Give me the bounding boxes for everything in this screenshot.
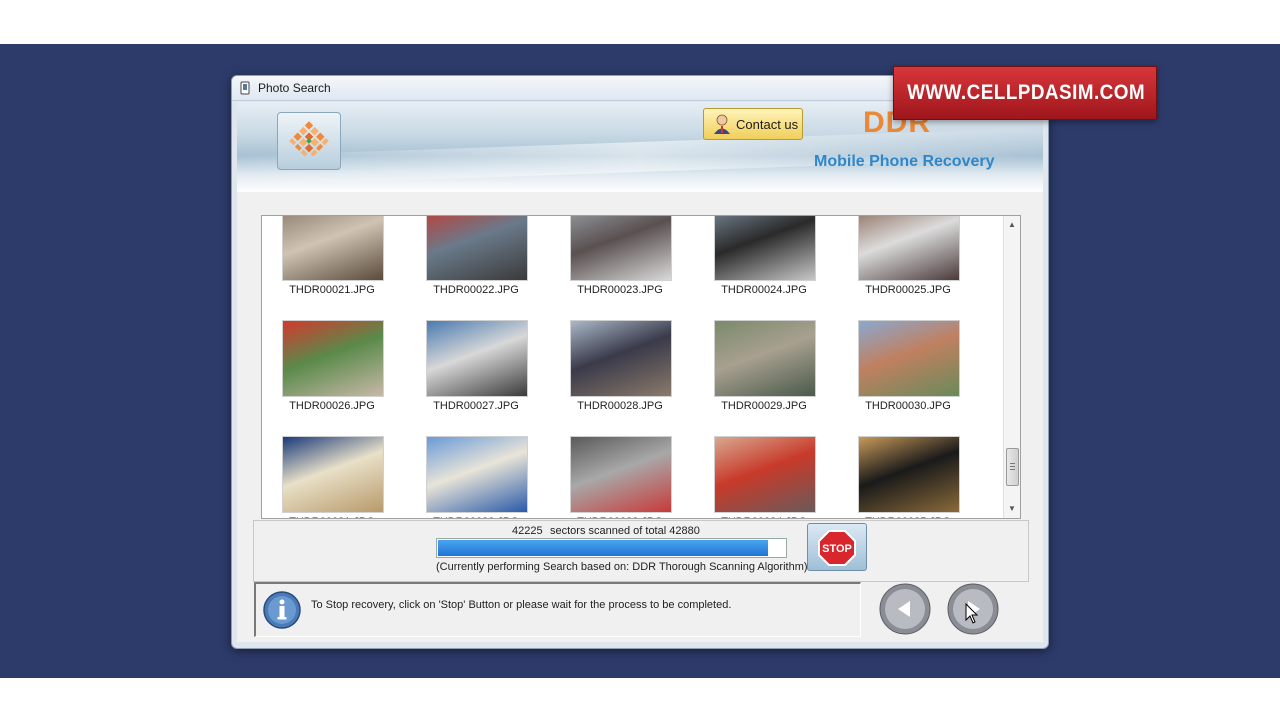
stop-label: STOP bbox=[822, 543, 852, 555]
window-icon bbox=[240, 81, 250, 95]
scroll-up-arrow-icon[interactable]: ▲ bbox=[1004, 218, 1020, 232]
photo-filename: THDR00026.JPG bbox=[289, 400, 375, 412]
back-button[interactable] bbox=[878, 582, 932, 636]
photo-thumbnail[interactable]: THDR00034.JPG bbox=[699, 434, 829, 518]
photo-filename: THDR00024.JPG bbox=[721, 284, 807, 296]
website-watermark: WWW.CELLPDASIM.COM bbox=[893, 66, 1157, 120]
app-logo-icon bbox=[277, 112, 341, 170]
photo-thumbnail[interactable]: THDR00027.JPG bbox=[411, 318, 541, 428]
photo-thumbnail-image bbox=[714, 436, 816, 513]
photo-thumbnail[interactable]: THDR00022.JPG bbox=[411, 216, 541, 312]
photo-thumbnail-image bbox=[426, 216, 528, 281]
photo-thumbnail[interactable]: THDR00025.JPG bbox=[843, 216, 973, 312]
photo-thumbnail-image bbox=[282, 436, 384, 513]
photo-filename: THDR00033.JPG bbox=[555, 516, 685, 518]
photo-filename: THDR00030.JPG bbox=[865, 400, 951, 412]
photo-thumbnail-image bbox=[714, 320, 816, 397]
photo-filename: THDR00034.JPG bbox=[699, 516, 829, 518]
photo-thumbnail-image bbox=[282, 320, 384, 397]
app-logo-graphic bbox=[289, 121, 329, 157]
contact-person-icon bbox=[714, 114, 730, 134]
photo-thumbnail[interactable]: THDR00035.JPG bbox=[843, 434, 973, 518]
photo-filename: THDR00028.JPG bbox=[577, 400, 663, 412]
scan-progress-panel: 42225 sectors scanned of total 42880 (Cu… bbox=[253, 520, 1029, 582]
stop-sign-icon: STOP bbox=[818, 530, 856, 566]
photo-thumbnail[interactable]: THDR00031.JPG bbox=[267, 434, 397, 518]
photo-filename: THDR00021.JPG bbox=[289, 284, 375, 296]
photo-thumbnail[interactable]: THDR00032.JPG bbox=[411, 434, 541, 518]
photo-filename: THDR00029.JPG bbox=[721, 400, 807, 412]
photo-thumbnail-image bbox=[858, 436, 960, 513]
photo-thumbnail-image bbox=[426, 436, 528, 513]
scroll-down-arrow-icon[interactable]: ▼ bbox=[1004, 502, 1020, 516]
photo-thumbnail[interactable]: THDR00029.JPG bbox=[699, 318, 829, 428]
photo-filename: THDR00025.JPG bbox=[865, 284, 951, 296]
info-message: To Stop recovery, click on 'Stop' Button… bbox=[311, 599, 732, 611]
recovered-photos-gallery[interactable]: ▲ ▼ THDR00021.JPG THDR00022.JPG THDR00023.… bbox=[261, 215, 1021, 519]
info-status-bar: To Stop recovery, click on 'Stop' Button… bbox=[254, 582, 861, 637]
contact-us-button[interactable]: Contact us bbox=[703, 108, 803, 140]
photo-filename: THDR00035.JPG bbox=[843, 516, 973, 518]
photo-thumbnail[interactable]: THDR00024.JPG bbox=[699, 216, 829, 312]
photo-filename: THDR00022.JPG bbox=[433, 284, 519, 296]
photo-thumbnail-image bbox=[570, 216, 672, 281]
contact-us-label: Contact us bbox=[736, 117, 799, 132]
mouse-cursor-icon bbox=[965, 603, 979, 624]
photo-thumbnail[interactable]: THDR00026.JPG bbox=[267, 318, 397, 428]
back-arrow-icon bbox=[879, 583, 931, 635]
scrollbar-thumb[interactable] bbox=[1006, 448, 1019, 486]
stop-button[interactable]: STOP bbox=[807, 523, 867, 571]
photo-thumbnail-image bbox=[858, 216, 960, 281]
photo-thumbnail[interactable]: THDR00021.JPG bbox=[267, 216, 397, 312]
photo-filename: THDR00027.JPG bbox=[433, 400, 519, 412]
gallery-scrollbar[interactable]: ▲ ▼ bbox=[1003, 216, 1020, 518]
photo-filename: THDR00032.JPG bbox=[411, 516, 541, 518]
photo-thumbnail[interactable]: THDR00030.JPG bbox=[843, 318, 973, 428]
photo-filename: THDR00023.JPG bbox=[577, 284, 663, 296]
watermark-text: WWW.CELLPDASIM.COM bbox=[907, 81, 1146, 104]
sectors-scanned-text: sectors scanned of total 42880 bbox=[550, 525, 700, 537]
photo-thumbnail-image bbox=[858, 320, 960, 397]
photo-thumbnail-image bbox=[426, 320, 528, 397]
window-title: Photo Search bbox=[258, 81, 331, 95]
photo-thumbnail-image bbox=[714, 216, 816, 281]
info-icon bbox=[263, 591, 301, 629]
photo-thumbnail[interactable]: THDR00028.JPG bbox=[555, 318, 685, 428]
scanning-algorithm-text: (Currently performing Search based on: D… bbox=[436, 561, 808, 573]
progress-bar-fill bbox=[438, 540, 768, 556]
photo-thumbnail-image bbox=[570, 320, 672, 397]
photo-thumbnail-image bbox=[282, 216, 384, 281]
sectors-scanned-count: 42225 bbox=[512, 525, 543, 537]
product-name: Mobile Phone Recovery bbox=[814, 153, 995, 170]
photo-search-window: Photo Search Contact us DDR Mobile Phone… bbox=[231, 75, 1049, 649]
progress-bar bbox=[436, 538, 787, 558]
photo-thumbnail[interactable]: THDR00033.JPG bbox=[555, 434, 685, 518]
photo-thumbnail-image bbox=[570, 436, 672, 513]
photo-thumbnail[interactable]: THDR00023.JPG bbox=[555, 216, 685, 312]
photo-filename: THDR00031.JPG bbox=[267, 516, 397, 518]
window-client-area: Contact us DDR Mobile Phone Recovery ▲ ▼… bbox=[237, 102, 1043, 642]
